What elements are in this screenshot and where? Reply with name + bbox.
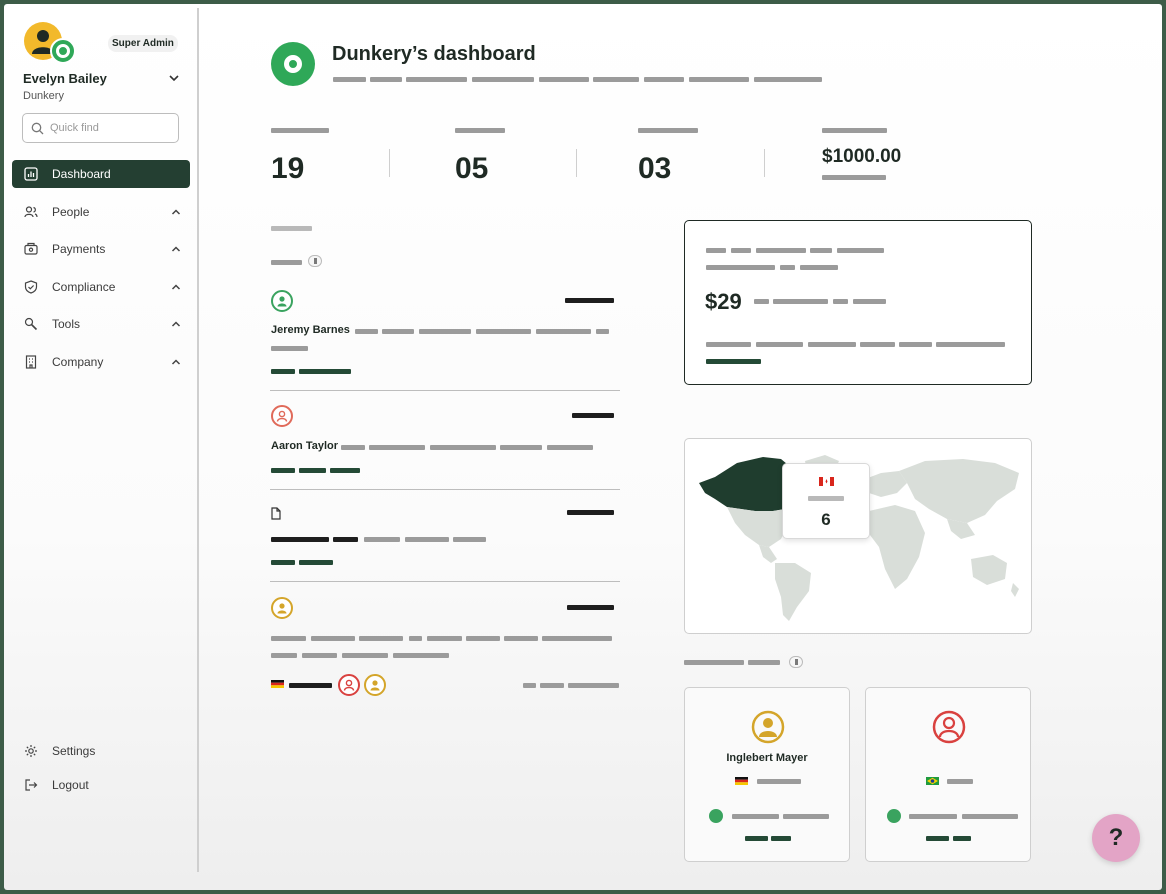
count-toggle[interactable] [789,656,803,668]
brazil-flag-icon [926,777,939,785]
stat-label-placeholder [271,128,329,133]
stat-label-placeholder [455,128,505,133]
help-button[interactable]: ? [1092,814,1140,862]
building-icon [24,354,38,369]
employee-name: Inglebert Mayer [726,752,808,764]
shield-icon [24,279,38,294]
sidebar-divider [197,8,199,872]
chevron-up-icon [171,283,181,290]
stat-divider [576,149,577,177]
germany-flag-icon [271,680,284,688]
stat-value: 19 [271,152,305,185]
company-logo [271,42,315,86]
sidebar-nav: Dashboard People Payments Compliance Too… [12,160,190,385]
map-tooltip: 6 [782,463,870,539]
chevron-up-icon [171,358,181,365]
activity-date-placeholder [565,298,614,303]
wallet-icon [24,242,38,256]
chevron-up-icon [171,208,181,215]
activity-user-name[interactable]: Aaron Taylor [271,440,338,452]
stat-value: 05 [455,152,489,185]
quick-find-field[interactable] [22,113,179,143]
count-toggle[interactable] [308,255,322,267]
people-icon [24,205,38,219]
activity-date-placeholder [572,413,614,418]
logout-link[interactable]: Logout [12,773,190,797]
app-window: Super Admin Evelyn Bailey Dunkery Dashbo… [4,4,1162,890]
list-divider [270,489,620,490]
sidebar-item-label: Payments [52,242,106,256]
status-dot [887,809,901,823]
wrench-icon [24,317,38,331]
sidebar: Super Admin Evelyn Bailey Dunkery Dashbo… [4,4,198,890]
balance-card[interactable]: $29 [684,220,1032,385]
stat-value: $1000.00 [822,146,902,167]
chevron-down-icon[interactable] [168,72,180,84]
document-icon [271,507,281,520]
stat-sublabel-placeholder [822,175,886,180]
sidebar-item-label: Tools [52,317,81,331]
map-country-count: 6 [821,510,831,529]
settings-label: Settings [52,744,96,758]
activity-user-name[interactable]: Jeremy Barnes [271,324,350,336]
employee-card[interactable]: Inglebert Mayer [684,687,850,862]
user-avatar-icon[interactable] [364,674,386,696]
section-subtitle-placeholder [271,260,302,265]
search-icon [31,122,44,134]
settings-link[interactable]: Settings [12,739,190,763]
balance-amount: $29 [705,289,742,314]
status-dot [709,809,723,823]
user-avatar[interactable] [24,22,78,66]
person-icon [751,710,785,744]
page-title: Dunkery’s dashboard [332,43,536,65]
canada-flag-icon [819,477,834,486]
user-icon [271,405,293,427]
stat-divider [764,149,765,177]
logout-label: Logout [52,778,89,792]
section-title-placeholder [748,660,780,665]
chart-icon [24,167,38,181]
sidebar-item-tools[interactable]: Tools [12,310,190,338]
user-icon [271,597,293,619]
sidebar-item-label: Dashboard [52,167,111,181]
stat-divider [389,149,390,177]
list-divider [270,390,620,391]
chevron-up-icon [171,321,181,327]
sidebar-item-compliance[interactable]: Compliance [12,273,190,301]
stat-value: 03 [638,152,672,185]
sidebar-item-label: Company [52,354,104,369]
sidebar-item-payments[interactable]: Payments [12,235,190,263]
org-logo-icon [50,38,76,64]
sidebar-item-dashboard[interactable]: Dashboard [12,160,190,188]
gear-icon [24,744,38,758]
activity-date-placeholder [567,605,614,610]
user-icon [271,290,293,312]
employee-card[interactable] [865,687,1031,862]
search-input[interactable] [50,122,160,134]
activity-date-placeholder [567,510,614,515]
logout-icon [24,778,38,792]
user-organization: Dunkery [23,90,64,102]
user-avatar-icon[interactable] [338,674,360,696]
stat-label-placeholder [822,128,887,133]
sidebar-item-company[interactable]: Company [12,348,190,376]
section-title-placeholder [684,660,744,665]
user-name[interactable]: Evelyn Bailey [23,71,107,86]
sidebar-item-label: People [52,204,90,219]
list-divider [270,581,620,582]
person-icon [932,710,966,744]
chevron-up-icon [171,246,181,252]
role-badge: Super Admin [108,35,178,52]
stat-label-placeholder [638,128,698,133]
map-card[interactable]: 6 [684,438,1032,634]
section-title-placeholder [271,226,312,231]
germany-flag-icon [735,777,748,785]
sidebar-item-label: Compliance [52,279,116,294]
sidebar-item-people[interactable]: People [12,198,190,226]
